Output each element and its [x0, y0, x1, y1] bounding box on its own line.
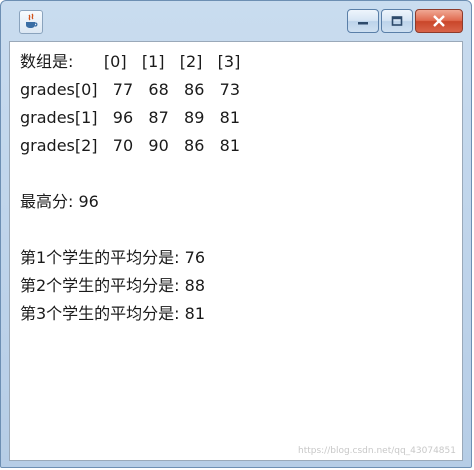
- maximize-icon: [391, 16, 403, 26]
- grades-row-1: grades[1] 96 87 89 81: [20, 108, 241, 127]
- maximize-button[interactable]: [381, 9, 413, 33]
- grades-row-0: grades[0] 77 68 86 73: [20, 80, 241, 99]
- window-controls: [345, 9, 463, 35]
- average-line-2: 第2个学生的平均分是: 88: [20, 276, 206, 295]
- average-line-3: 第3个学生的平均分是: 81: [20, 304, 206, 323]
- close-icon: [433, 15, 445, 27]
- array-header-line: 数组是: [0] [1] [2] [3]: [20, 52, 241, 71]
- app-window: 数组是: [0] [1] [2] [3] grades[0] 77 68 86 …: [0, 0, 472, 468]
- title-bar[interactable]: [1, 1, 471, 41]
- grades-row-2: grades[2] 70 90 86 81: [20, 136, 241, 155]
- close-button[interactable]: [415, 9, 463, 33]
- console-output-area: 数组是: [0] [1] [2] [3] grades[0] 77 68 86 …: [9, 41, 463, 461]
- max-score-line: 最高分: 96: [20, 192, 99, 211]
- java-app-icon[interactable]: [19, 10, 43, 34]
- average-line-1: 第1个学生的平均分是: 76: [20, 248, 206, 267]
- watermark: https://blog.csdn.net/qq_43074851: [297, 446, 456, 456]
- minimize-icon: [358, 22, 368, 25]
- minimize-button[interactable]: [347, 9, 379, 33]
- console-text: 数组是: [0] [1] [2] [3] grades[0] 77 68 86 …: [20, 48, 240, 328]
